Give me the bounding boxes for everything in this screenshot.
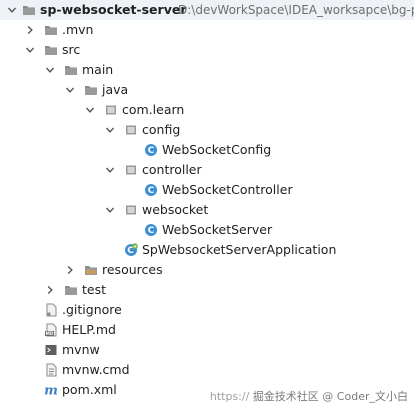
tree-row-project-root[interactable]: sp-websocket-server D:\devWorkSpace\IDEA… [0, 0, 414, 20]
class-icon: C [144, 223, 158, 237]
file-icon [44, 363, 58, 377]
tree-row-mvn[interactable]: .mvn [0, 20, 414, 40]
watermark: https:// 掘金技术社区 @ Coder_文小白 [210, 388, 408, 404]
tree-label: pom.xml [62, 382, 117, 397]
tree-row-mvnw-cmd[interactable]: mvnw.cmd [0, 360, 414, 380]
chevron-down-icon[interactable] [104, 160, 116, 180]
tree-label: test [82, 282, 107, 297]
folder-icon [84, 83, 98, 97]
tree-label: resources [102, 262, 163, 277]
tree-row-websocket-server[interactable]: C WebSocketServer [0, 220, 414, 240]
tree-row-websocket-config[interactable]: C WebSocketConfig [0, 140, 414, 160]
package-icon [124, 123, 138, 137]
maven-icon: m [44, 383, 58, 398]
tree-label: .gitignore [62, 302, 122, 317]
tree-row-resources[interactable]: resources [0, 260, 414, 280]
tree-label: mvnw.cmd [62, 362, 130, 377]
tree-row-java[interactable]: java [0, 80, 414, 100]
svg-text:C: C [148, 186, 155, 196]
folder-icon [22, 3, 36, 17]
tree-row-websocket[interactable]: websocket [0, 200, 414, 220]
svg-text:C: C [148, 146, 155, 156]
package-icon [124, 203, 138, 217]
chevron-down-icon[interactable] [104, 200, 116, 220]
watermark-prefix: https:// [209, 390, 250, 403]
folder-icon [64, 283, 78, 297]
tree-label: WebSocketController [162, 182, 293, 197]
chevron-down-icon[interactable] [84, 100, 96, 120]
chevron-down-icon[interactable] [24, 40, 36, 60]
script-icon [44, 343, 58, 357]
package-icon [124, 163, 138, 177]
watermark-text: 掘金技术社区 @ Coder_文小白 [252, 390, 408, 403]
chevron-down-icon[interactable] [104, 120, 116, 140]
tree-label: SpWebsocketServerApplication [142, 242, 337, 257]
tree-label: WebSocketConfig [162, 142, 272, 157]
chevron-right-icon[interactable] [44, 280, 56, 300]
project-tree: sp-websocket-server D:\devWorkSpace\IDEA… [0, 0, 414, 400]
tree-label: mvnw [62, 342, 100, 357]
tree-row-test[interactable]: test [0, 280, 414, 300]
chevron-down-icon[interactable] [44, 60, 56, 80]
project-name: sp-websocket-server [40, 2, 187, 17]
svg-text:m: m [44, 384, 58, 398]
tree-row-gitignore[interactable]: .gitignore [0, 300, 414, 320]
file-icon [44, 303, 58, 317]
class-icon: C [144, 143, 158, 157]
tree-row-controller[interactable]: controller [0, 160, 414, 180]
spring-app-icon: C [124, 243, 138, 257]
folder-icon [44, 43, 58, 57]
folder-icon [44, 23, 58, 37]
tree-row-com-learn[interactable]: com.learn [0, 100, 414, 120]
chevron-down-icon[interactable] [64, 80, 76, 100]
svg-text:C: C [148, 226, 155, 236]
tree-row-help-md[interactable]: MD HELP.md [0, 320, 414, 340]
tree-label: websocket [142, 202, 209, 217]
package-icon [104, 103, 118, 117]
tree-row-application[interactable]: C SpWebsocketServerApplication [0, 240, 414, 260]
svg-text:MD: MD [46, 331, 54, 336]
tree-label: config [142, 122, 181, 137]
tree-label: src [62, 42, 81, 57]
tree-label: com.learn [122, 102, 185, 117]
tree-label: .mvn [62, 22, 94, 37]
tree-row-config[interactable]: config [0, 120, 414, 140]
folder-icon [64, 63, 78, 77]
class-icon: C [144, 183, 158, 197]
tree-label: java [102, 82, 129, 97]
tree-label: controller [142, 162, 202, 177]
tree-row-main[interactable]: main [0, 60, 414, 80]
chevron-down-icon[interactable] [6, 0, 18, 20]
tree-label: HELP.md [62, 322, 116, 337]
project-path: D:\devWorkSpace\IDEA_worksapce\bg-p [178, 3, 414, 17]
tree-row-mvnw[interactable]: mvnw [0, 340, 414, 360]
chevron-right-icon[interactable] [64, 260, 76, 280]
resources-folder-icon [84, 263, 98, 277]
chevron-right-icon[interactable] [24, 20, 36, 40]
tree-label: WebSocketServer [162, 222, 273, 237]
tree-row-websocket-controller[interactable]: C WebSocketController [0, 180, 414, 200]
tree-label: main [82, 62, 114, 77]
markdown-icon: MD [44, 323, 58, 337]
tree-row-src[interactable]: src [0, 40, 414, 60]
